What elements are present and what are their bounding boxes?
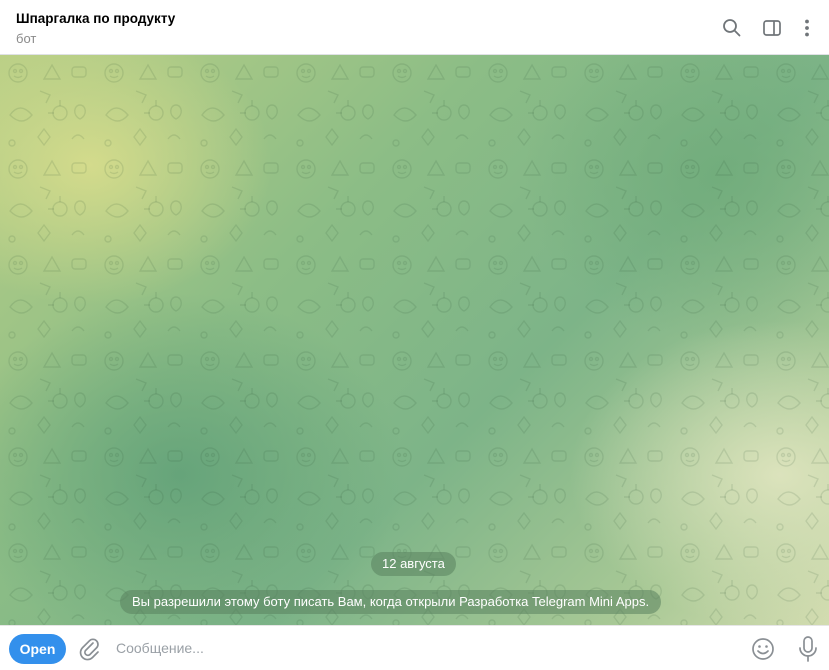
microphone-icon[interactable] [795, 635, 821, 663]
message-input[interactable] [116, 634, 716, 662]
sidebar-toggle-icon [763, 20, 781, 36]
search-icon [723, 19, 741, 37]
chat-header: Шпаргалка по продукту бот [0, 0, 829, 55]
more-options-button[interactable] [794, 15, 820, 41]
more-vertical-icon [805, 19, 809, 37]
chat-area[interactable]: 12 августа Вы разрешили этому боту писат… [0, 55, 829, 625]
emoji-icon[interactable] [750, 636, 776, 662]
date-separator: 12 августа [371, 552, 456, 576]
sidebar-toggle-button[interactable] [759, 15, 785, 41]
search-button[interactable] [719, 15, 745, 41]
attach-icon[interactable] [76, 636, 102, 662]
service-message: Вы разрешили этому боту писать Вам, когд… [120, 590, 662, 614]
chat-subtitle: бот [16, 31, 37, 46]
open-mini-app-button[interactable]: Open [9, 634, 66, 664]
message-composer: Open [0, 625, 829, 670]
chat-title[interactable]: Шпаргалка по продукту [16, 11, 175, 26]
wallpaper-doodle-pattern [0, 55, 829, 625]
